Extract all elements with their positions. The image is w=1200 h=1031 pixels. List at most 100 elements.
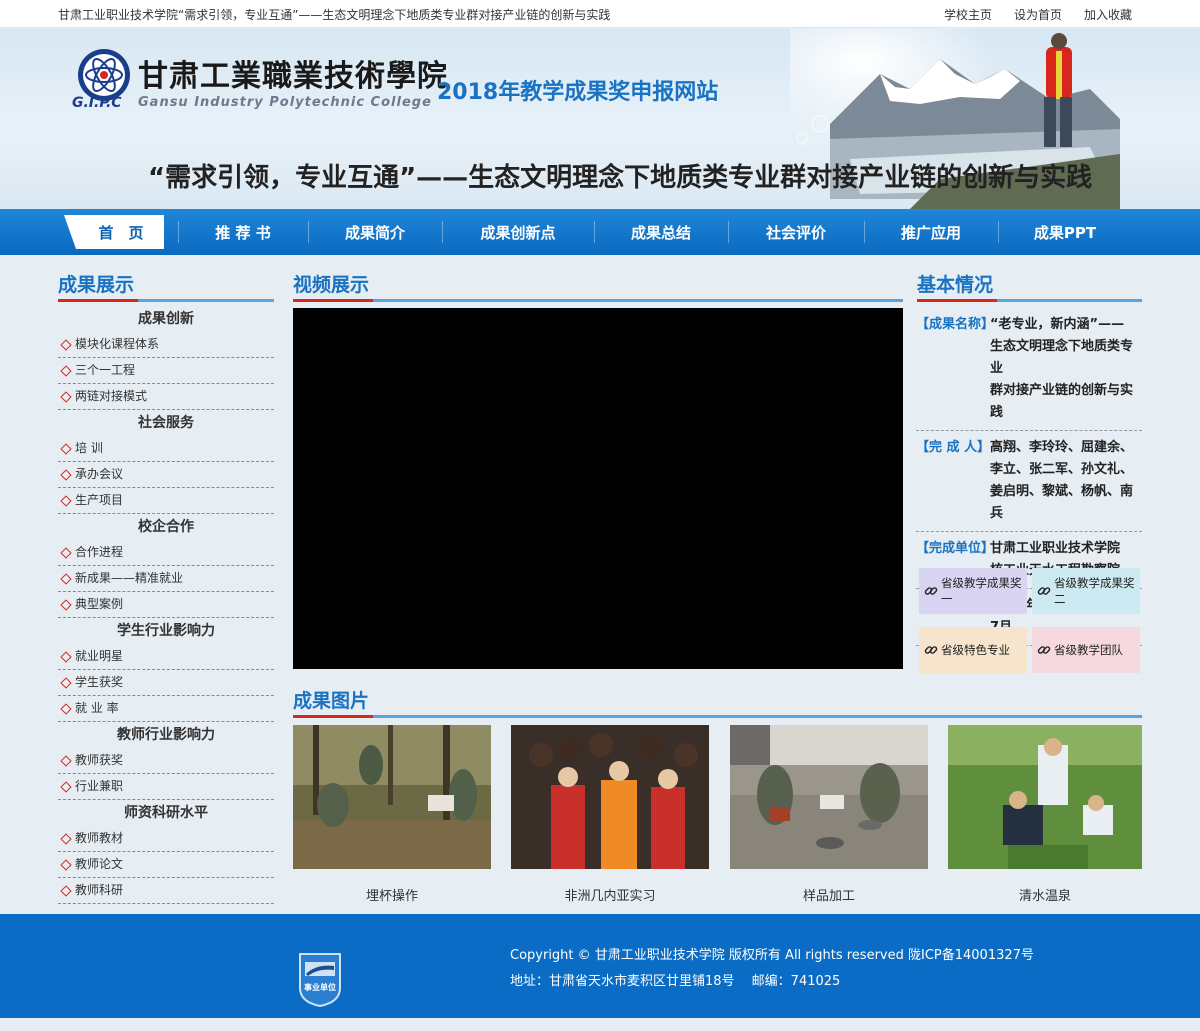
nav-social-evaluation[interactable]: 社会评价: [728, 209, 864, 255]
nav-ppt[interactable]: 成果PPT: [998, 209, 1132, 255]
set-homepage-link[interactable]: 设为首页: [1014, 6, 1062, 23]
photo-sample-processing: [730, 725, 928, 869]
sidebar-item[interactable]: 两链对接模式: [58, 384, 274, 410]
add-favorite-link[interactable]: 加入收藏: [1084, 6, 1132, 23]
sidebar-item[interactable]: 教师科研: [58, 878, 274, 904]
photo-field-work: [293, 725, 491, 869]
basic-info-heading-line: [917, 299, 1142, 302]
photo-card[interactable]: 非洲几内亚实习: [511, 725, 709, 904]
school-home-link[interactable]: 学校主页: [944, 6, 992, 23]
nav-recommendation-label: 推 荐 书: [215, 223, 271, 242]
info-row-achievement-name: 【成果名称】 “老专业，新内涵”—— 生态文明理念下地质类专业 群对接产业链的创…: [916, 308, 1142, 431]
award-links: 省级教学成果奖一 省级教学成果奖二 省级特色专业 省级教学团队: [919, 568, 1141, 674]
sidebar-item[interactable]: 行业兼职: [58, 774, 274, 800]
link-icon: [1037, 587, 1051, 595]
photo-card[interactable]: 样品加工: [730, 725, 928, 904]
college-name-en: Gansu Industry Polytechnic College: [138, 95, 432, 110]
award-link-label: 省级教学成果奖一: [941, 576, 1022, 606]
basic-info-heading: 基本情况: [917, 274, 994, 296]
sidebar-item[interactable]: 新成果——精准就业: [58, 566, 274, 592]
info-value: 姜启明、黎斌、杨帆、南兵: [990, 484, 1134, 521]
sidebar-item[interactable]: 模块化课程体系: [58, 332, 274, 358]
photo-caption: 样品加工: [802, 889, 855, 904]
public-institution-badge-icon: [299, 953, 341, 1008]
info-value: 甘肃工业职业技术学院: [990, 541, 1121, 556]
info-key: 【完 成 人】: [916, 440, 991, 455]
photo-card[interactable]: 清水温泉: [948, 725, 1142, 904]
award-link-1[interactable]: 省级教学成果奖一: [919, 568, 1027, 614]
sidebar-item[interactable]: 合作进程: [58, 540, 274, 566]
sidebar-item[interactable]: 培 训: [58, 436, 274, 462]
bottom-strip: [0, 1018, 1200, 1031]
photo-caption: 清水温泉: [1018, 889, 1071, 904]
sidebar-item[interactable]: 学生获奖: [58, 670, 274, 696]
banner: 甘肃工業職業技術學院 G.I.P.C Gansu Industry Polyte…: [0, 29, 1200, 209]
site-tagline: 甘肃工业职业技术学院“需求引领，专业互通”——生态文明理念下地质类专业群对接产业…: [58, 8, 611, 22]
sidebar-item[interactable]: 就业明星: [58, 644, 274, 670]
achievement-photos: 埋杯操作 非洲几内亚实习 样品加工 清水温泉: [293, 725, 1143, 905]
nav-conclusion-label: 成果总结: [630, 223, 691, 242]
nav-conclusion[interactable]: 成果总结: [594, 209, 728, 255]
sidebar-item[interactable]: 生产项目: [58, 488, 274, 514]
award-link-2[interactable]: 省级教学成果奖二: [1032, 568, 1140, 614]
video-heading: 视频展示: [293, 274, 370, 296]
sidebar-item[interactable]: 三个一工程: [58, 358, 274, 384]
pictures-heading: 成果图片: [293, 690, 370, 712]
sidebar-group-title: 校企合作: [138, 519, 194, 535]
sidebar-group-title: 社会服务: [138, 415, 194, 431]
banner-slogan: “需求引领，专业互通”——生态文明理念下地质类专业群对接产业链的创新与实践: [148, 163, 1093, 193]
info-row-contributors: 【完 成 人】 高翔、李玲玲、屈建余、 李立、张二军、孙文礼、 姜启明、黎斌、杨…: [916, 431, 1142, 532]
copyright-text: Copyright © 甘肃工业职业技术学院 版权所有 All rights r…: [510, 948, 1034, 963]
award-link-label: 省级特色专业: [941, 643, 1010, 657]
photo-guinea-practice: [511, 725, 709, 869]
link-icon: [1037, 646, 1051, 654]
nav-summary-intro-label: 成果简介: [344, 223, 405, 242]
award-link-label: 省级教学团队: [1054, 643, 1123, 657]
link-icon: [924, 646, 938, 654]
info-key: 【完成单位】: [916, 541, 995, 556]
pictures-heading-line: [293, 715, 1142, 718]
main-nav: 首 页 推 荐 书 成果简介 成果创新点 成果总结 社会评价 推广应用 成果PP…: [0, 209, 1200, 255]
nav-innovation-label: 成果创新点: [480, 223, 556, 242]
college-name-cn: 甘肃工業職業技術學院: [138, 59, 448, 94]
sidebar-item[interactable]: 教师论文: [58, 852, 274, 878]
footer: 事业单位 Copyright © 甘肃工业职业技术学院 版权所有 All rig…: [0, 914, 1200, 1018]
sidebar-item[interactable]: 典型案例: [58, 592, 274, 618]
award-link-4[interactable]: 省级教学团队: [1032, 627, 1140, 673]
info-key: 【成果名称】: [916, 317, 995, 332]
sidebar-item[interactable]: 教师获奖: [58, 748, 274, 774]
nav-innovation[interactable]: 成果创新点: [442, 209, 594, 255]
sidebar-group-title: 师资科研水平: [124, 805, 208, 821]
nav-summary-intro[interactable]: 成果简介: [308, 209, 442, 255]
nav-home[interactable]: 首 页: [64, 209, 178, 255]
info-value: “老专业，新内涵”——: [990, 317, 1125, 332]
showcase-sidebar: 成果创新 模块化课程体系 三个一工程 两链对接模式 社会服务 培 训 承办会议 …: [58, 306, 274, 904]
info-value: 群对接产业链的创新与实践: [990, 383, 1134, 420]
award-link-label: 省级教学成果奖二: [1054, 576, 1135, 606]
nav-home-label: 首 页: [98, 223, 144, 242]
top-bar: 甘肃工业职业技术学院“需求引领，专业互通”——生态文明理念下地质类专业群对接产业…: [0, 0, 1200, 28]
sidebar-group-title: 成果创新: [138, 311, 194, 327]
sidebar-item[interactable]: 就 业 率: [58, 696, 274, 722]
photo-caption: 埋杯操作: [365, 889, 418, 904]
address-text: 地址：甘肃省天水市麦积区廿里铺18号 邮编：741025: [510, 974, 841, 989]
nav-social-evaluation-label: 社会评价: [765, 223, 826, 242]
award-link-3[interactable]: 省级特色专业: [919, 627, 1027, 673]
nav-recommendation[interactable]: 推 荐 书: [178, 209, 308, 255]
link-icon: [924, 587, 938, 595]
photo-card[interactable]: 埋杯操作: [293, 725, 491, 904]
info-value: 李立、张二军、孙文礼、: [990, 462, 1134, 477]
college-abbr: G.I.P.C: [72, 95, 122, 111]
photo-qingshui-hot-spring: [948, 725, 1142, 869]
showcase-heading-line: [58, 299, 274, 302]
nav-ppt-label: 成果PPT: [1033, 223, 1097, 242]
sidebar-group-title: 学生行业影响力: [117, 623, 215, 639]
sidebar-item[interactable]: 承办会议: [58, 462, 274, 488]
info-value: 高翔、李玲玲、屈建余、: [990, 440, 1134, 455]
video-heading-line: [293, 299, 903, 302]
site-title: 2018年教学成果奖申报网站: [437, 80, 719, 105]
video-player[interactable]: [293, 308, 903, 669]
nav-promotion[interactable]: 推广应用: [864, 209, 998, 255]
sidebar-item[interactable]: 教师教材: [58, 826, 274, 852]
top-links: 学校主页 设为首页 加入收藏: [944, 6, 1132, 23]
